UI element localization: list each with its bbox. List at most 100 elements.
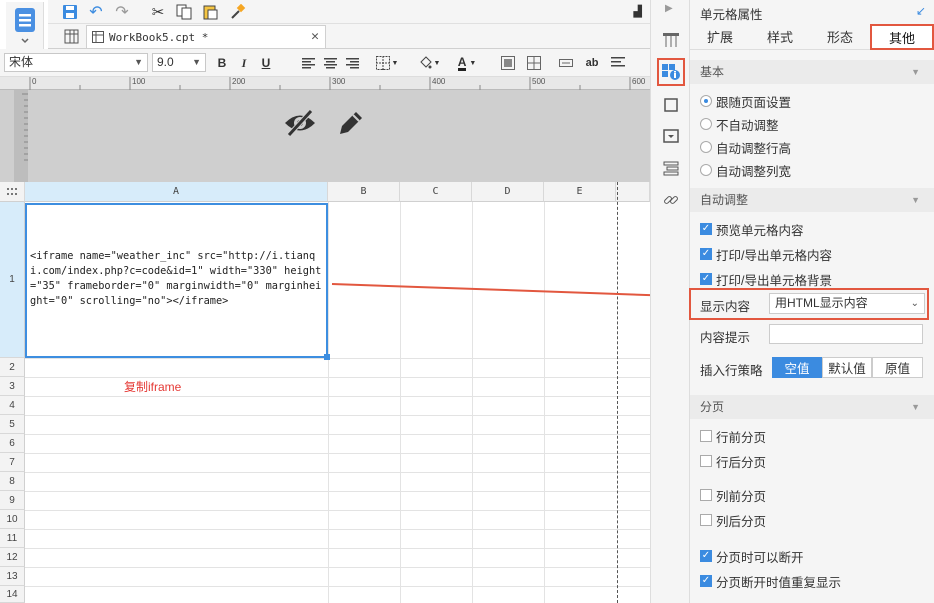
app-menu-icon[interactable] — [6, 2, 44, 50]
row-header[interactable]: 14 — [0, 586, 25, 603]
row-header[interactable]: 12 — [0, 548, 25, 567]
option-label: 预览单元格内容 — [716, 223, 804, 238]
select-all-corner[interactable] — [0, 182, 25, 202]
bold-button[interactable]: B — [212, 53, 232, 73]
checkbox-break-after-column[interactable]: 列后分页 — [700, 510, 766, 530]
horizontal-ruler: 0 100 200 300 400 500 600 — [0, 77, 650, 90]
tab-expand[interactable]: 扩展 — [690, 24, 750, 50]
border-icon[interactable]: ▼ — [372, 53, 402, 73]
line-spacing-icon[interactable] — [608, 53, 628, 73]
column-divider — [328, 202, 329, 603]
checkbox-preview-content[interactable]: ✓ 预览单元格内容 — [700, 219, 804, 239]
column-divider — [472, 202, 473, 603]
radio-icon — [700, 95, 712, 107]
collapse-arrow-icon[interactable]: ▶ — [665, 3, 673, 14]
row-header[interactable]: 2 — [0, 358, 25, 377]
font-color-icon[interactable]: A ▼ — [452, 53, 482, 73]
border-frame-icon[interactable] — [659, 93, 683, 117]
section-basic[interactable]: 基本 ▼ — [690, 60, 934, 84]
row-divider — [25, 415, 650, 416]
hyperlink-icon[interactable] — [659, 188, 683, 212]
checkbox-break-before-column[interactable]: 列前分页 — [700, 485, 766, 505]
radio-no-adjust[interactable]: 不自动调整 — [700, 114, 779, 134]
fill-color-icon[interactable]: ▼ — [414, 53, 444, 73]
save-icon[interactable] — [60, 2, 80, 22]
fill-handle[interactable] — [324, 354, 330, 360]
collapse-toolbar-icon[interactable]: ▟ — [634, 5, 642, 18]
content-hint-input[interactable] — [769, 324, 923, 344]
option-label: 分页断开时值重复显示 — [716, 575, 842, 590]
format-painter-icon[interactable] — [228, 2, 248, 22]
column-header[interactable]: C — [400, 182, 472, 202]
copy-icon[interactable] — [174, 2, 194, 22]
radio-adjust-column-width[interactable]: 自动调整列宽 — [700, 160, 791, 180]
workbook-tab[interactable]: WorkBook5.cpt * ✕ — [86, 25, 326, 48]
checkbox-break-after-row[interactable]: 行后分页 — [700, 451, 766, 471]
tab-form[interactable]: 形态 — [810, 24, 870, 50]
format-toolbar: 宋体 ▼ 9.0 ▼ B I U ▼ ▼ A ▼ ab — [0, 49, 650, 77]
merge-cells-icon[interactable] — [498, 53, 518, 73]
text-format-icon[interactable]: ab — [582, 53, 602, 73]
row-header[interactable]: 7 — [0, 453, 25, 472]
font-family-select[interactable]: 宋体 ▼ — [4, 53, 148, 72]
insert-policy-null[interactable]: 空值 — [772, 357, 822, 378]
undo-icon[interactable]: ↶ — [86, 2, 106, 22]
paste-icon[interactable] — [200, 2, 220, 22]
column-header[interactable]: E — [544, 182, 616, 202]
row-divider — [25, 491, 650, 492]
cell-attributes-icon[interactable] — [657, 58, 685, 86]
chevron-down-icon: ▼ — [134, 57, 143, 67]
checkbox-print-background[interactable]: ✓ 打印/导出单元格背景 — [700, 269, 832, 289]
insert-policy-original[interactable]: 原值 — [872, 357, 923, 378]
edit-pencil-icon[interactable] — [334, 106, 368, 140]
insert-policy-default[interactable]: 默认值 — [822, 357, 872, 378]
row-header[interactable]: 1 — [0, 202, 25, 358]
cut-icon[interactable]: ✂ — [148, 2, 168, 22]
dock-arrow-icon[interactable]: ↙ — [916, 4, 926, 18]
annotation-arrow — [331, 283, 688, 302]
row-header[interactable]: 3 — [0, 377, 25, 396]
font-size-select[interactable]: 9.0 ▼ — [152, 53, 206, 72]
checkbox-repeat-on-break[interactable]: ✓ 分页断开时值重复显示 — [700, 571, 841, 591]
italic-button[interactable]: I — [234, 53, 254, 73]
row-header[interactable]: 4 — [0, 396, 25, 415]
template-list-icon[interactable] — [62, 27, 80, 45]
column-header[interactable]: B — [328, 182, 400, 202]
tab-style[interactable]: 样式 — [750, 24, 810, 50]
align-center-icon[interactable] — [320, 53, 340, 73]
section-auto-adjust[interactable]: 自动调整 ▼ — [690, 188, 934, 212]
display-content-select[interactable]: 用HTML显示内容 ⌄ — [769, 293, 925, 314]
checkbox-can-break[interactable]: ✓ 分页时可以断开 — [700, 546, 804, 566]
row-header[interactable]: 11 — [0, 529, 25, 548]
row-header[interactable]: 8 — [0, 472, 25, 491]
section-paging[interactable]: 分页 ▼ — [690, 395, 934, 419]
cell-element-icon[interactable] — [659, 28, 683, 52]
align-right-icon[interactable] — [342, 53, 362, 73]
chevron-down-icon: ▼ — [911, 195, 920, 205]
row-header[interactable]: 5 — [0, 415, 25, 434]
tab-other[interactable]: 其他 — [870, 24, 934, 50]
cell-a1-selected[interactable]: <iframe name="weather_inc" src="http://i… — [25, 203, 328, 358]
align-left-icon[interactable] — [298, 53, 318, 73]
close-tab-icon[interactable]: ✕ — [311, 29, 319, 44]
column-header[interactable]: A — [25, 182, 328, 202]
hide-preview-icon[interactable] — [282, 106, 318, 140]
radio-follow-page[interactable]: 跟随页面设置 — [700, 91, 791, 111]
condition-attribute-icon[interactable] — [659, 156, 683, 180]
checkbox-break-before-row[interactable]: 行前分页 — [700, 426, 766, 446]
widget-icon[interactable] — [659, 124, 683, 148]
row-header[interactable]: 6 — [0, 434, 25, 453]
section-auto-adjust-label: 自动调整 — [700, 193, 749, 207]
row-divider — [25, 377, 650, 378]
row-header[interactable]: 10 — [0, 510, 25, 529]
checkbox-print-content[interactable]: ✓ 打印/导出单元格内容 — [700, 244, 832, 264]
column-header[interactable]: D — [472, 182, 544, 202]
row-header[interactable]: 13 — [0, 567, 25, 586]
redo-icon[interactable]: ↷ — [112, 2, 132, 22]
row-header[interactable]: 9 — [0, 491, 25, 510]
option-label: 自动调整列宽 — [716, 164, 792, 179]
unmerge-cells-icon[interactable] — [524, 53, 544, 73]
radio-adjust-row-height[interactable]: 自动调整行高 — [700, 137, 791, 157]
underline-button[interactable]: U — [256, 53, 276, 73]
textbox-icon[interactable] — [556, 53, 576, 73]
